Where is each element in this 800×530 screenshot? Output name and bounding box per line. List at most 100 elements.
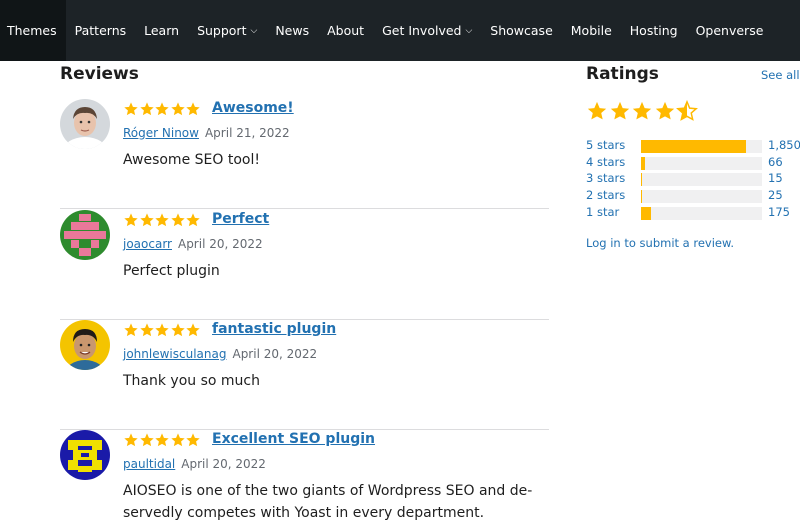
user-photo-avatar[interactable]	[60, 320, 110, 370]
star-icon	[170, 433, 185, 447]
ratings-heading: Ratings	[586, 64, 659, 84]
nav-item-themes[interactable]: Themes	[0, 0, 66, 61]
rating-bar-fill	[641, 157, 645, 170]
rating-bar	[641, 173, 762, 186]
chevron-down-icon: ⌵	[465, 25, 473, 36]
rating-label[interactable]: 3 stars	[586, 171, 625, 185]
nav-item-hosting[interactable]: Hosting	[621, 0, 687, 61]
review-date: April 21, 2022	[204, 126, 290, 140]
review-card: Excellent SEO plugin paultidal April 20, …	[60, 430, 549, 530]
star-icon	[170, 102, 185, 116]
review-title-link[interactable]: Excellent SEO plugin	[212, 431, 375, 447]
review-card: Perfect joaocarr April 20, 2022 Perfect p…	[60, 210, 549, 320]
review-body: Awesome SEO tool!	[123, 152, 260, 168]
nav-item-about[interactable]: About	[318, 0, 373, 61]
star-icon	[124, 323, 138, 337]
rating-label[interactable]: 1 star	[586, 205, 619, 219]
review-date: April 20, 2022	[232, 347, 318, 361]
nav-item-showcase[interactable]: Showcase	[481, 0, 561, 61]
star-icon	[139, 102, 154, 116]
chevron-down-icon: ⌵	[250, 25, 258, 36]
star-icon	[186, 213, 200, 227]
nav-item-label: Get Involved	[382, 23, 462, 38]
star-icon	[186, 102, 200, 116]
star-icon	[155, 323, 169, 337]
nav-item-label: Themes	[7, 23, 57, 38]
rating-label[interactable]: 4 stars	[586, 155, 625, 169]
review-title-link[interactable]: fantastic plugin	[212, 321, 336, 337]
nav-item-news[interactable]: News	[266, 0, 318, 61]
star-icon	[587, 101, 607, 120]
nav-item-get-involved[interactable]: Get Involved ⌵	[373, 0, 481, 61]
star-icon	[610, 101, 629, 120]
review-meta: johnlewisculanag April 20, 2022	[123, 347, 317, 361]
review-title-link[interactable]: Perfect	[212, 211, 269, 227]
star-icon	[155, 213, 169, 227]
nav-item-label: Hosting	[629, 23, 678, 38]
star-icon	[632, 101, 652, 120]
review-body: Perfect plugin	[123, 263, 220, 279]
rating-count: 175	[768, 205, 790, 219]
nav-item-learn[interactable]: Learn	[135, 0, 188, 61]
star-icon	[139, 323, 154, 337]
rating-bar-fill	[641, 190, 643, 203]
see-all-link[interactable]: See all	[761, 68, 800, 82]
star-icon	[124, 433, 138, 447]
star-icon	[124, 102, 138, 116]
rating-label[interactable]: 5 stars	[586, 138, 625, 152]
rating-row-3-stars[interactable]: 3 stars 15	[586, 171, 800, 187]
review-meta: paultidal April 20, 2022	[123, 457, 266, 471]
review-author-link[interactable]: Róger Ninow	[123, 126, 199, 140]
review-date: April 20, 2022	[181, 457, 266, 471]
review-author-link[interactable]: paultidal	[123, 457, 175, 471]
rating-bar	[641, 157, 762, 170]
review-body: AIOSEO is one of the two giants of Wordp…	[123, 483, 533, 521]
nav-item-patterns[interactable]: Patterns	[66, 0, 135, 61]
star-rating	[123, 322, 201, 338]
nav-item-label: Learn	[144, 23, 180, 38]
star-icon	[139, 213, 154, 227]
star-icon	[170, 323, 185, 337]
star-icon	[139, 433, 154, 447]
identicon-avatar[interactable]	[60, 210, 110, 260]
rating-label[interactable]: 2 stars	[586, 188, 625, 202]
star-icon	[170, 213, 185, 227]
user-photo-avatar[interactable]	[60, 99, 110, 149]
rating-row-2-stars[interactable]: 2 stars 25	[586, 188, 800, 204]
star-icon	[186, 433, 200, 447]
rating-count: 15	[768, 171, 783, 185]
review-title-link[interactable]: Awesome!	[212, 100, 294, 116]
review-author-link[interactable]: joaocarr	[123, 237, 172, 251]
nav-item-label: Showcase	[490, 23, 553, 38]
nav-item-openverse[interactable]: Openverse	[687, 0, 773, 61]
nav-item-label: About	[327, 23, 365, 38]
rating-row-5-stars[interactable]: 5 stars 1,850	[586, 138, 800, 154]
rating-bar	[641, 190, 762, 203]
rating-bar	[641, 207, 762, 220]
rating-count: 1,850	[768, 138, 800, 152]
rating-row-4-stars[interactable]: 4 stars 66	[586, 155, 800, 171]
review-card: fantastic plugin johnlewisculanag April 2…	[60, 320, 549, 430]
login-to-review-link[interactable]: Log in to submit a review.	[586, 236, 734, 250]
top-navigation: Themes Patterns Learn Support ⌵ News Abou…	[0, 0, 800, 61]
review-date: April 20, 2022	[177, 237, 263, 251]
rating-bar-fill	[641, 173, 643, 186]
review-card: Awesome! Róger Ninow April 21, 2022 Aweso…	[60, 99, 549, 209]
nav-item-label: Patterns	[74, 23, 127, 38]
rating-bar-fill	[641, 207, 651, 220]
rating-bar	[641, 140, 762, 153]
star-icon	[155, 102, 169, 116]
review-meta: Róger Ninow April 21, 2022	[123, 126, 290, 140]
rating-row-1-star[interactable]: 1 star 175	[586, 205, 800, 221]
nav-item-label: News	[275, 23, 310, 38]
half-star-icon	[676, 100, 698, 121]
star-rating	[123, 212, 201, 228]
nav-item-support[interactable]: Support ⌵	[188, 0, 266, 61]
star-rating	[123, 432, 201, 448]
identicon-avatar[interactable]	[60, 430, 110, 480]
review-author-link[interactable]: johnlewisculanag	[123, 347, 226, 361]
star-icon	[655, 101, 674, 120]
nav-item-mobile[interactable]: Mobile	[562, 0, 621, 61]
rating-count: 66	[768, 155, 783, 169]
rating-bar-fill	[641, 140, 747, 153]
